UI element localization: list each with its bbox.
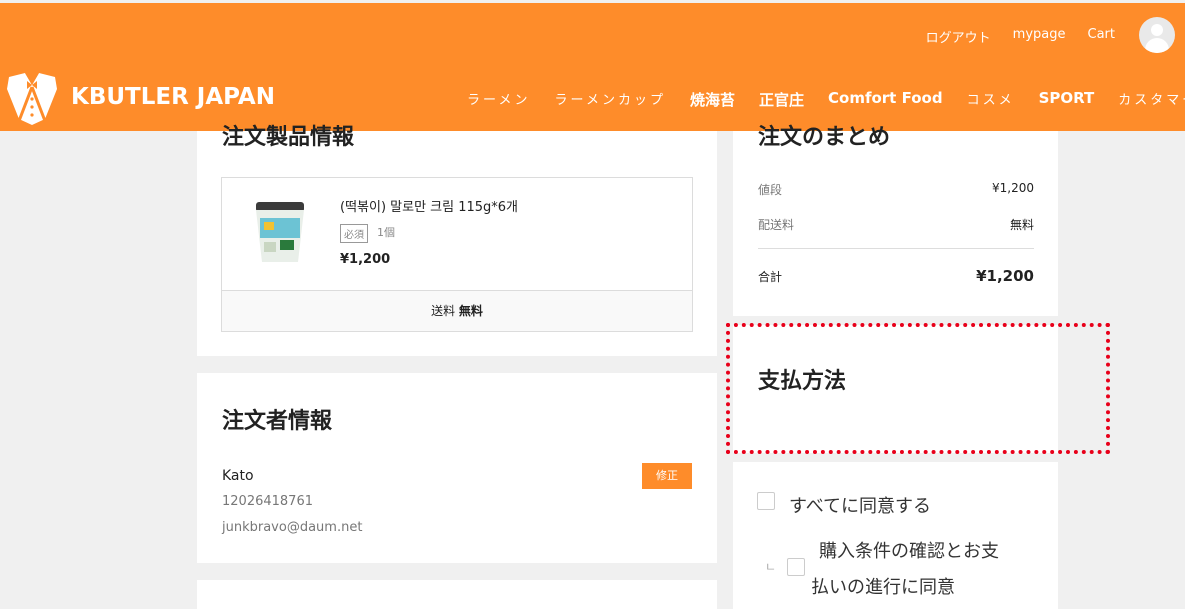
next-card <box>197 580 717 609</box>
payment-highlight-box <box>726 323 1110 454</box>
orderer-info-card: 注文者情報 Kato 12026418761 junkbravo@daum.ne… <box>197 373 717 563</box>
shipping-bar: 送料 無料 <box>222 290 692 331</box>
summary-row-shipping: 配送料 無料 <box>758 216 1034 233</box>
indent-icon: ㄴ <box>765 560 777 574</box>
summary-row-total: 合計 ¥1,200 <box>758 267 1034 285</box>
product-name[interactable]: (떡볶이) 말로만 크림 115g*6개 <box>340 196 518 215</box>
product-image <box>256 202 304 262</box>
nav-item-jeonggwanjang[interactable]: 正官庄 <box>759 89 804 110</box>
orderer-name: Kato <box>222 468 254 484</box>
agree-purchase-row[interactable] <box>787 558 805 576</box>
order-summary-title: 注文のまとめ <box>758 125 891 150</box>
price-value: ¥1,200 <box>992 181 1034 195</box>
shipping-fee-label: 配送料 <box>758 218 795 232</box>
orderer-phone: 12026418761 <box>222 494 313 509</box>
product-qty: 1個 <box>377 226 395 239</box>
tuxedo-logo-icon <box>7 72 57 125</box>
site-header: ログアウト mypage Cart KBUTLER JAPAN ラーメン ラーメ… <box>0 3 1185 131</box>
shipping-label: 送料 <box>431 304 456 318</box>
edit-orderer-button[interactable]: 修正 <box>642 463 692 489</box>
agree-purchase-checkbox[interactable] <box>787 558 805 576</box>
nav-item-cosme[interactable]: コスメ <box>967 89 1015 110</box>
product-price: ¥1,200 <box>340 252 391 267</box>
required-badge: 必須 <box>340 224 368 243</box>
product-item: (떡볶이) 말로만 크림 115g*6개 必須 1個 ¥1,200 送料 無料 <box>221 177 693 332</box>
nav-item-comfort-food[interactable]: Comfort Food <box>828 89 943 110</box>
mypage-link[interactable]: mypage <box>1013 27 1066 46</box>
total-label: 合計 <box>758 269 783 284</box>
agreement-card: すべてに同意する ㄴ 購入条件の確認とお支 払いの進行に同意 <box>733 462 1058 609</box>
shipping-value: 無料 <box>458 304 483 318</box>
order-summary-card: 注文のまとめ 値段 ¥1,200 配送料 無料 合計 ¥1,200 <box>733 125 1058 316</box>
nav-item-nori[interactable]: 焼海苔 <box>690 89 735 110</box>
site-logo[interactable]: KBUTLER JAPAN <box>5 69 275 125</box>
nav-item-sport[interactable]: SPORT <box>1039 89 1095 110</box>
orderer-info-title: 注文者情報 <box>222 409 333 434</box>
summary-divider <box>758 248 1034 249</box>
logo-text: KBUTLER JAPAN <box>71 84 275 110</box>
summary-row-price: 値段 ¥1,200 <box>758 181 1034 198</box>
nav-item-customer[interactable]: カスタマーサ <box>1118 89 1185 110</box>
nav-item-ramen[interactable]: ラーメン <box>467 89 530 110</box>
nav-item-ramen-cup[interactable]: ラーメンカップ <box>554 89 665 110</box>
total-value: ¥1,200 <box>976 267 1034 285</box>
shipping-fee-value: 無料 <box>1009 218 1034 232</box>
main-nav: ラーメン ラーメンカップ 焼海苔 正官庄 Comfort Food コスメ SP… <box>467 89 1185 110</box>
product-info-title: 注文製品情報 <box>222 125 355 150</box>
agree-purchase-label-1: 購入条件の確認とお支 <box>819 541 999 562</box>
product-info-card: 注文製品情報 (떡볶이) 말로만 크림 115g*6개 必須 1個 ¥1,200… <box>197 125 717 356</box>
agree-all-row[interactable]: すべてに同意する <box>757 492 931 518</box>
agree-all-checkbox[interactable] <box>757 492 775 510</box>
logout-link[interactable]: ログアウト <box>926 27 991 46</box>
agree-purchase-label-2: 払いの進行に同意 <box>811 577 955 598</box>
avatar-icon[interactable] <box>1139 17 1175 53</box>
orderer-email: junkbravo@daum.net <box>222 520 363 535</box>
cart-link[interactable]: Cart <box>1088 27 1116 46</box>
top-links: ログアウト mypage Cart <box>926 27 1115 46</box>
agree-all-label: すべてに同意する <box>789 496 932 517</box>
price-label: 値段 <box>758 183 783 197</box>
